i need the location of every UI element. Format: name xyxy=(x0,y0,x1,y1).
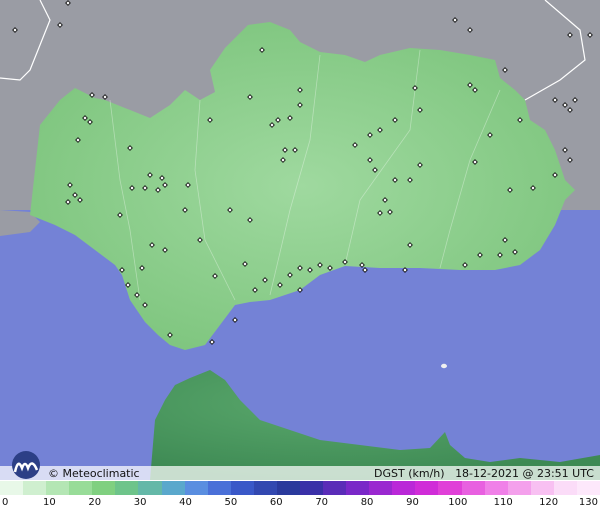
legend-swatch xyxy=(553,481,577,495)
legend-swatch xyxy=(0,481,24,495)
legend-swatch xyxy=(576,481,600,495)
legend-color-bar xyxy=(0,481,600,495)
legend-swatch xyxy=(92,481,116,495)
color-scale-legend: 0 10 20 30 40 50 60 70 80 90 100 110 120 130 xyxy=(0,481,600,517)
legend-tick-label: 50 xyxy=(224,497,238,508)
legend-swatch xyxy=(23,481,47,495)
legend-swatch xyxy=(161,481,185,495)
legend-ticks: 0 10 20 30 40 50 60 70 80 90 100 110 120 130 xyxy=(0,497,600,511)
brand-label: © Meteoclimatic xyxy=(48,467,140,480)
info-bar: © Meteoclimatic DGST (km/h) 18-12-2021 @… xyxy=(0,451,600,481)
variable-label: DGST (km/h) xyxy=(374,467,445,480)
legend-tick-label: 20 xyxy=(88,497,102,508)
legend-swatch xyxy=(184,481,208,495)
legend-swatch xyxy=(115,481,139,495)
legend-swatch xyxy=(392,481,416,495)
legend-swatch xyxy=(253,481,277,495)
legend-tick-label: 30 xyxy=(133,497,147,508)
legend-swatch xyxy=(346,481,370,495)
legend-swatch xyxy=(230,481,254,495)
legend-tick-label: 130 xyxy=(578,497,598,508)
legend-tick-label: 60 xyxy=(269,497,283,508)
wind-gust-map xyxy=(0,0,600,480)
legend-swatch xyxy=(461,481,485,495)
legend-swatch xyxy=(484,481,508,495)
alboran-island xyxy=(441,363,447,369)
legend-tick-label: 120 xyxy=(539,497,559,508)
legend-swatch xyxy=(369,481,393,495)
legend-swatch xyxy=(138,481,162,495)
legend-tick-label: 110 xyxy=(493,497,513,508)
legend-swatch xyxy=(276,481,301,495)
map-stage: © Meteoclimatic DGST (km/h) 18-12-2021 @… xyxy=(0,0,600,517)
meteoclimatic-logo-icon xyxy=(12,451,40,479)
legend-tick-label: 0 xyxy=(2,497,9,508)
legend-tick-label: 100 xyxy=(448,497,468,508)
legend-swatch xyxy=(46,481,70,495)
legend-swatch xyxy=(323,481,347,495)
legend-swatch xyxy=(438,481,462,495)
variable-timestamp-label: DGST (km/h) 18-12-2021 @ 23:51 UTC xyxy=(374,466,594,481)
legend-tick-label: 10 xyxy=(43,497,56,508)
legend-swatch xyxy=(69,481,93,495)
legend-swatch xyxy=(415,481,439,495)
legend-tick-label: 40 xyxy=(179,497,192,508)
legend-tick-label: 80 xyxy=(360,497,374,508)
legend-tick-label: 70 xyxy=(315,497,329,508)
timestamp-label: 18-12-2021 @ 23:51 UTC xyxy=(455,467,594,480)
legend-swatch xyxy=(207,481,231,495)
legend-swatch xyxy=(507,481,531,495)
legend-swatch xyxy=(300,481,324,495)
legend-tick-label: 90 xyxy=(406,497,419,508)
legend-swatch xyxy=(530,481,554,495)
